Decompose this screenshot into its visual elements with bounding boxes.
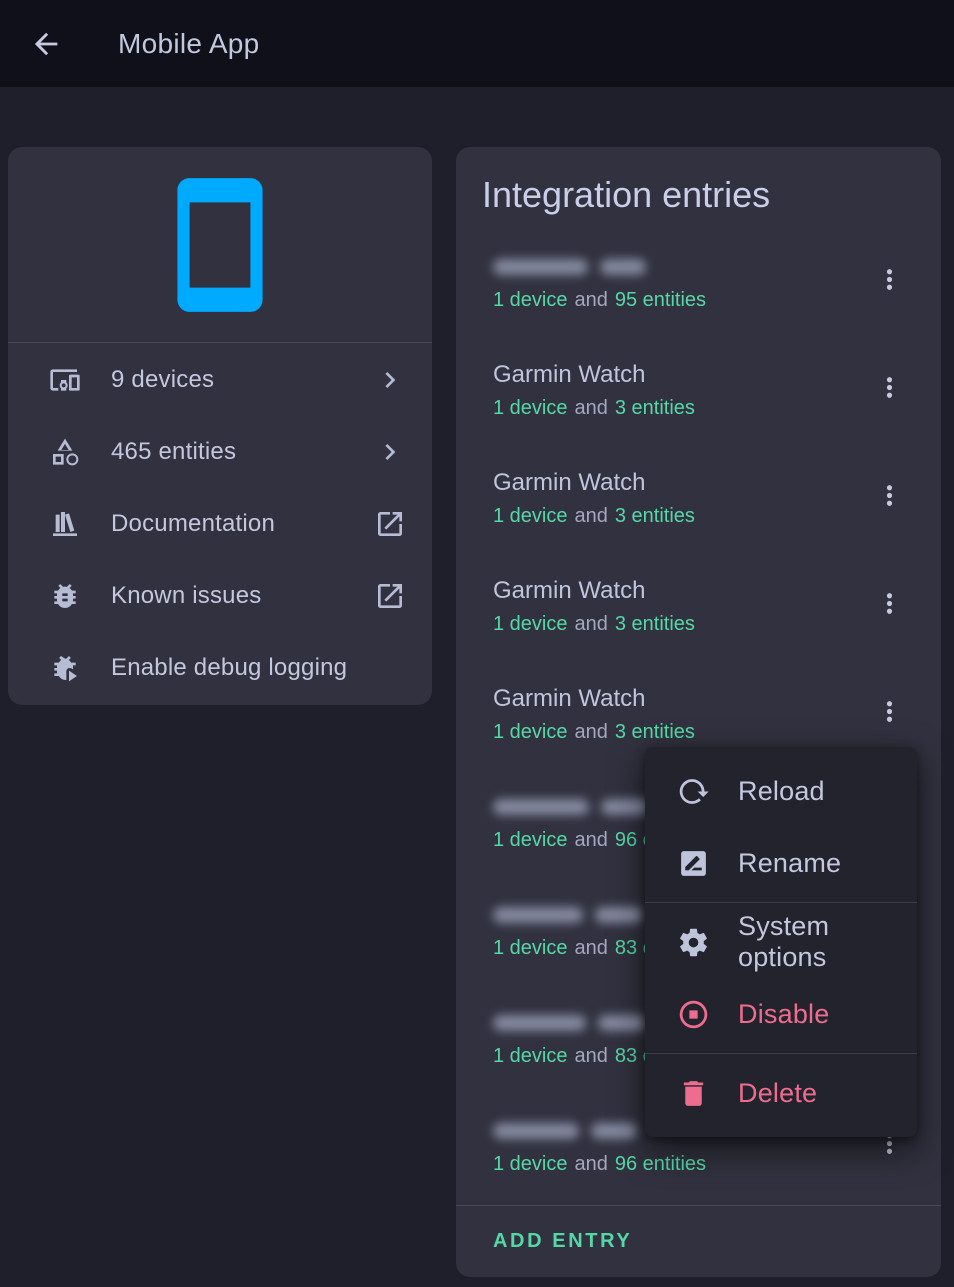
entries-footer: ADD ENTRY (456, 1205, 941, 1277)
entities-link[interactable]: 3 entities (615, 393, 695, 423)
info-row-enable-debug-logging[interactable]: Enable debug logging (8, 632, 432, 704)
menu-item-delete[interactable]: Delete (645, 1057, 917, 1129)
devices-icon (49, 364, 81, 396)
dots-vertical-icon (874, 480, 905, 511)
info-row-9-devices[interactable]: 9 devices (8, 344, 432, 416)
entities-link[interactable]: 96 entities (615, 1149, 706, 1179)
redacted-text-blob (595, 907, 643, 923)
open-in-new-icon (374, 580, 406, 612)
menu-item-rename[interactable]: Rename (645, 827, 917, 899)
entry-name: Garmin Watch (493, 359, 845, 391)
cellphone-icon (147, 172, 293, 318)
entry-menu-button[interactable] (865, 579, 913, 627)
info-row-documentation[interactable]: Documentation (8, 488, 432, 560)
device-link[interactable]: 1 device (493, 393, 568, 423)
integration-entry-row: Garmin Watch 1 device and 3 entities (456, 449, 941, 557)
entry-menu-button[interactable] (865, 255, 913, 303)
device-link[interactable]: 1 device (493, 933, 568, 963)
rename-box-icon (677, 847, 710, 880)
add-entry-button[interactable]: ADD ENTRY (493, 1230, 632, 1253)
device-link[interactable]: 1 device (493, 1041, 568, 1071)
menu-divider (645, 902, 917, 903)
entities-link[interactable]: 3 entities (615, 717, 695, 747)
device-link[interactable]: 1 device (493, 1149, 568, 1179)
dots-vertical-icon (874, 372, 905, 403)
device-link[interactable]: 1 device (493, 825, 568, 855)
entry-name: Garmin Watch (493, 683, 845, 715)
entities-link[interactable]: 3 entities (615, 501, 695, 531)
redacted-text-blob (493, 907, 583, 923)
redacted-text-blob (493, 1015, 586, 1031)
redacted-text-blob (598, 1015, 646, 1031)
redacted-text-blob (493, 799, 589, 815)
integration-entry-row: 1 device and 95 entities (456, 233, 941, 341)
entry-summary: 1 device and 96 entities (493, 1149, 845, 1179)
device-link[interactable]: 1 device (493, 285, 568, 315)
redacted-text-blob (493, 1123, 579, 1139)
entry-summary: 1 device and 3 entities (493, 393, 845, 423)
cog-icon (677, 926, 710, 959)
entry-name: Garmin Watch (493, 467, 845, 499)
chevron-right-icon (374, 364, 406, 396)
integration-entry-row: Garmin Watch 1 device and 3 entities (456, 557, 941, 665)
open-in-new-icon (374, 508, 406, 540)
entry-name-redacted (493, 251, 845, 283)
entry-menu-button[interactable] (865, 363, 913, 411)
menu-item-disable[interactable]: Disable (645, 978, 917, 1050)
dots-vertical-icon (874, 588, 905, 619)
entry-summary: 1 device and 3 entities (493, 501, 845, 531)
entities-link[interactable]: 3 entities (615, 609, 695, 639)
menu-item-system-options[interactable]: System options (645, 906, 917, 978)
info-row-known-issues[interactable]: Known issues (8, 560, 432, 632)
integration-info-card: 9 devices 465 entities Documentation Kno… (8, 147, 432, 705)
redacted-text-blob (600, 259, 646, 275)
redacted-text-blob (591, 1123, 637, 1139)
page-title: Mobile App (118, 28, 260, 60)
integration-entry-row: Garmin Watch 1 device and 3 entities (456, 341, 941, 449)
bug-icon (49, 580, 81, 612)
bug-play-icon (49, 652, 81, 684)
menu-divider (645, 1053, 917, 1054)
entry-menu-button[interactable] (865, 471, 913, 519)
dots-vertical-icon (874, 264, 905, 295)
dots-vertical-icon (874, 696, 905, 727)
bookshelf-icon (49, 508, 81, 540)
chevron-right-icon (374, 436, 406, 468)
device-link[interactable]: 1 device (493, 501, 568, 531)
entry-menu-button[interactable] (865, 687, 913, 735)
device-link[interactable]: 1 device (493, 717, 568, 747)
entries-title: Integration entries (482, 172, 913, 217)
stop-circle-icon (677, 998, 710, 1031)
shapes-icon (49, 436, 81, 468)
menu-item-reload[interactable]: Reload (645, 755, 917, 827)
redacted-text-blob (493, 259, 588, 275)
app-header: Mobile App (0, 0, 954, 87)
entry-context-menu: Reload Rename System options Disable Del… (645, 747, 917, 1137)
delete-icon (677, 1077, 710, 1110)
entry-summary: 1 device and 3 entities (493, 609, 845, 639)
arrow-left-icon (29, 27, 63, 61)
back-button[interactable] (22, 20, 70, 68)
entry-summary: 1 device and 95 entities (493, 285, 845, 315)
device-link[interactable]: 1 device (493, 609, 568, 639)
entry-name: Garmin Watch (493, 575, 845, 607)
integration-hero (8, 147, 432, 343)
info-rows: 9 devices 465 entities Documentation Kno… (8, 343, 432, 704)
entities-link[interactable]: 95 entities (615, 285, 706, 315)
redacted-text-blob (601, 799, 651, 815)
info-row-465-entities[interactable]: 465 entities (8, 416, 432, 488)
entry-summary: 1 device and 3 entities (493, 717, 845, 747)
reload-icon (677, 775, 710, 808)
